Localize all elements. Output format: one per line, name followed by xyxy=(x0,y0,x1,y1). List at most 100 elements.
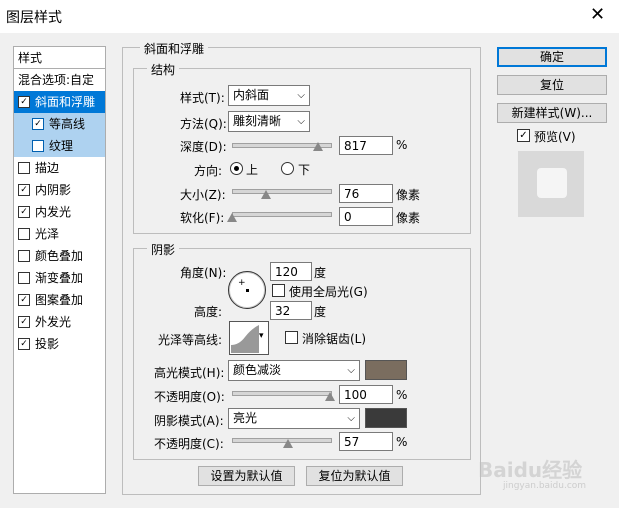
technique-value: 雕刻清晰 xyxy=(233,114,282,128)
sidebar-item[interactable]: ✓ 等高线 xyxy=(14,113,105,135)
antialias-checkbox[interactable] xyxy=(285,331,298,344)
style-label: 样式(T): xyxy=(180,91,225,105)
sidebar-item[interactable]: 纹理 xyxy=(14,135,105,157)
chevron-down-icon: ⌵ xyxy=(347,413,355,424)
direction-down-label: 下 xyxy=(298,163,311,177)
shadow-color-swatch[interactable] xyxy=(365,408,407,428)
sidebar-checkbox[interactable]: ✓ xyxy=(32,118,44,130)
direction-up-radio[interactable] xyxy=(230,162,243,175)
sidebar-checkbox[interactable]: ✓ xyxy=(18,338,30,350)
direction-down-radio[interactable] xyxy=(281,162,294,175)
ok-button[interactable]: 确定 xyxy=(497,47,607,67)
sidebar-checkbox[interactable] xyxy=(18,272,30,284)
size-slider-thumb[interactable] xyxy=(261,190,272,199)
size-slider-track[interactable] xyxy=(232,189,332,194)
sidebar-item-label: 内发光 xyxy=(35,205,72,219)
contour-curve-icon xyxy=(231,325,259,353)
preview-label: 预览(V) xyxy=(534,130,576,144)
depth-input[interactable]: 817 xyxy=(339,136,393,155)
soften-unit: 像素 xyxy=(396,211,421,225)
sidebar-item[interactable]: 光泽 xyxy=(14,223,105,245)
sidebar-item[interactable]: 描边 xyxy=(14,157,105,179)
altitude-input[interactable]: 32 xyxy=(270,301,312,320)
sidebar-item-label: 渐变叠加 xyxy=(35,271,84,285)
structure-title: 结构 xyxy=(147,61,180,78)
shadow-opacity-label: 不透明度(C): xyxy=(154,437,224,451)
depth-unit: % xyxy=(396,138,408,152)
sidebar-item[interactable]: ✓ 内发光 xyxy=(14,201,105,223)
chevron-down-icon: ⌵ xyxy=(347,365,355,376)
sidebar-checkbox[interactable] xyxy=(18,162,30,174)
altitude-unit: 度 xyxy=(314,305,327,319)
sidebar-item-label: 纹理 xyxy=(49,139,74,153)
sidebar-item[interactable]: 混合选项:自定 xyxy=(14,69,105,91)
size-unit: 像素 xyxy=(396,188,421,202)
preview-checkbox[interactable]: ✓ xyxy=(517,129,530,142)
title-bar xyxy=(0,0,619,33)
shadow-mode-label: 阴影模式(A): xyxy=(154,414,224,428)
sidebar-checkbox[interactable] xyxy=(32,140,44,152)
technique-label: 方法(Q): xyxy=(180,117,227,131)
altitude-label: 高度: xyxy=(194,305,223,319)
shadow-mode-select[interactable]: 亮光 ⌵ xyxy=(228,408,360,429)
sidebar-checkbox[interactable]: ✓ xyxy=(18,96,30,108)
sidebar-item: 样式 xyxy=(14,47,105,69)
sidebar-checkbox[interactable]: ✓ xyxy=(18,294,30,306)
angle-unit: 度 xyxy=(314,266,327,280)
sidebar-checkbox[interactable] xyxy=(18,250,30,262)
depth-label: 深度(D): xyxy=(180,140,227,154)
depth-slider-thumb[interactable] xyxy=(313,142,324,151)
soften-label: 软化(F): xyxy=(180,211,225,225)
size-input[interactable]: 76 xyxy=(339,184,393,203)
sidebar-item[interactable]: ✓ 斜面和浮雕 xyxy=(14,91,105,113)
highlight-mode-select[interactable]: 颜色减淡 ⌵ xyxy=(228,360,360,381)
sidebar-checkbox[interactable] xyxy=(18,228,30,240)
sidebar-checkbox[interactable]: ✓ xyxy=(18,184,30,196)
new-style-button[interactable]: 新建样式(W)... xyxy=(497,103,607,123)
style-select[interactable]: 内斜面 ⌵ xyxy=(228,85,310,106)
sidebar-item-label: 光泽 xyxy=(35,227,60,241)
sidebar-item-label: 内阴影 xyxy=(35,183,72,197)
highlight-opacity-track[interactable] xyxy=(232,391,332,396)
sidebar-item[interactable]: ✓ 外发光 xyxy=(14,311,105,333)
shadow-opacity-unit: % xyxy=(396,435,408,449)
preview-shape xyxy=(537,168,567,198)
sidebar-item[interactable]: ✓ 图案叠加 xyxy=(14,289,105,311)
sidebar-checkbox[interactable]: ✓ xyxy=(18,316,30,328)
style-list: 样式 混合选项:自定 ✓ 斜面和浮雕 ✓ 等高线 纹理 描边 ✓ 内阴影 ✓ 内发光 光泽 颜色叠加 渐变叠… xyxy=(13,46,106,494)
highlight-opacity-thumb[interactable] xyxy=(325,392,335,401)
reset-button[interactable]: 复位 xyxy=(497,75,607,95)
highlight-opacity-input[interactable]: 100 xyxy=(339,385,393,404)
angle-label: 角度(N): xyxy=(180,266,227,280)
shadow-opacity-input[interactable]: 57 xyxy=(339,432,393,451)
window-title: 图层样式 xyxy=(6,10,62,26)
sidebar-item-label: 等高线 xyxy=(49,117,86,131)
technique-select[interactable]: 雕刻清晰 ⌵ xyxy=(228,111,310,132)
sidebar-item[interactable]: 颜色叠加 xyxy=(14,245,105,267)
make-default-button[interactable]: 设置为默认值 xyxy=(198,466,295,486)
shadow-opacity-thumb[interactable] xyxy=(282,439,293,448)
direction-label: 方向: xyxy=(194,164,223,178)
gloss-contour-picker[interactable]: ▾ xyxy=(229,321,269,355)
highlight-color-swatch[interactable] xyxy=(365,360,407,380)
soften-slider-thumb[interactable] xyxy=(227,213,237,222)
gloss-contour-label: 光泽等高线: xyxy=(158,333,223,347)
soften-slider-track[interactable] xyxy=(232,212,332,217)
highlight-mode-label: 高光模式(H): xyxy=(154,366,225,380)
sidebar-item[interactable]: ✓ 投影 xyxy=(14,333,105,355)
sidebar-item[interactable]: 渐变叠加 xyxy=(14,267,105,289)
preview-thumbnail xyxy=(518,151,584,217)
sidebar-checkbox[interactable]: ✓ xyxy=(18,206,30,218)
soften-input[interactable]: 0 xyxy=(339,207,393,226)
close-icon[interactable]: ✕ xyxy=(590,4,605,26)
sidebar-item-label: 样式 xyxy=(18,51,43,65)
angle-dial[interactable]: + xyxy=(228,271,266,309)
angle-input[interactable]: 120 xyxy=(270,262,312,281)
global-light-checkbox[interactable] xyxy=(272,284,285,297)
shading-title: 阴影 xyxy=(147,241,180,258)
watermark-sub: jingyan.baidu.com xyxy=(503,481,587,491)
reset-default-button[interactable]: 复位为默认值 xyxy=(306,466,403,486)
sidebar-item-label: 颜色叠加 xyxy=(35,249,84,263)
size-label: 大小(Z): xyxy=(180,188,226,202)
sidebar-item[interactable]: ✓ 内阴影 xyxy=(14,179,105,201)
